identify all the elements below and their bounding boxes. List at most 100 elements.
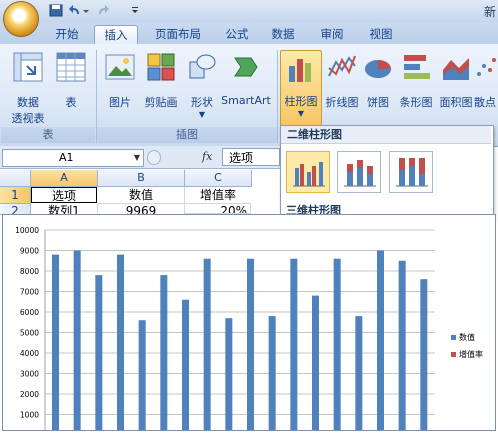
column-chart-icon [281,54,321,87]
row-header-1[interactable]: 1 [0,187,31,204]
tab-formulas[interactable]: 公式 [218,25,256,44]
pie-chart-button[interactable]: 饼图 [362,52,394,110]
bar [333,258,341,430]
legend-swatch [451,335,456,340]
smartart-label: SmartArt [221,94,271,107]
bar-chart-button[interactable]: 条形图 [397,52,435,110]
y-tick-label: 8000 [20,267,39,276]
shapes-icon [184,52,220,85]
y-tick-label: 7000 [20,288,39,297]
cell-c2[interactable]: 20% [185,204,251,214]
pivot-table-button[interactable]: 数据 透视表 [6,52,50,126]
formula-scroll-icon[interactable] [147,150,161,165]
picture-button[interactable]: 图片 [102,52,138,110]
undo-dropdown-icon[interactable] [82,4,90,17]
tab-home[interactable]: 开始 [47,25,87,44]
area-chart-button[interactable]: 面积图 [437,52,475,110]
scatter-chart-icon [474,52,498,85]
customize-toolbar-icon[interactable] [130,4,140,17]
save-icon[interactable] [49,4,63,17]
clipart-label: 剪贴画 [144,96,178,109]
percent-stacked-column-option[interactable] [389,151,433,193]
tab-page-layout[interactable]: 页面布局 [145,25,211,44]
clipart-button[interactable]: 剪贴画 [139,52,183,110]
y-tick-label: 4000 [20,349,39,358]
shapes-label: 形状 [191,96,213,109]
picture-icon [102,52,138,85]
bar [377,250,384,430]
stacked-column-option[interactable] [337,151,381,193]
tab-review[interactable]: 审阅 [313,25,351,44]
group-label-illustrations: 插图 [97,127,277,143]
bar [420,279,428,430]
chart-area[interactable]: 10000 9000 8000 7000 6000 5000 4000 3000 2000 100… [2,214,496,431]
bar-chart-icon [397,52,435,85]
line-chart-label: 折线图 [325,96,359,109]
clustered-column-icon [293,162,325,187]
clustered-column-option[interactable] [286,151,330,193]
insert-function-icon[interactable]: fx [202,150,212,163]
shapes-dropdown-icon: ▼ [198,110,206,119]
y-tick-label: 5000 [20,329,39,338]
shapes-button[interactable]: 形状 ▼ [184,52,220,119]
table-label: 表 [65,96,77,109]
y-tick-label: 1000 [20,411,39,420]
bar [312,295,319,430]
column-header-b[interactable]: B [98,170,185,187]
pivot-table-icon [6,52,50,85]
bar [182,299,189,430]
bar [117,254,124,430]
picture-label: 图片 [109,96,131,109]
cell-b1[interactable]: 数值 [98,187,185,204]
clipart-icon [139,52,183,85]
column-header-a[interactable]: A [31,170,98,187]
y-tick-label: 3000 [20,370,39,379]
bar [225,318,233,430]
bar [160,275,168,430]
bar [268,316,276,430]
column-dropdown-icon: ▼ [297,109,305,118]
bar-chart-label: 条形图 [399,96,433,109]
bar [247,258,254,430]
sheet-area[interactable] [251,187,280,214]
office-button[interactable] [3,1,39,37]
scatter-chart-button[interactable]: 散点 [474,52,498,110]
tab-view[interactable]: 视图 [362,25,400,44]
y-tick-label: 9000 [20,247,39,256]
gallery-title-2d: 二维柱形图 [281,126,491,144]
column-chart: 10000 9000 8000 7000 6000 5000 4000 3000 2000 100… [15,226,483,430]
legend-label: 数值 [459,332,475,342]
formula-input[interactable]: 选项 [222,148,280,166]
smartart-button[interactable]: SmartArt [220,52,272,107]
undo-icon[interactable] [68,4,82,17]
select-all-corner[interactable] [0,170,31,187]
smartart-icon [220,52,272,85]
bar [355,316,363,430]
bar [73,250,81,430]
table-button[interactable]: 表 [55,52,87,110]
bar [203,258,211,430]
pivot-label-2: 透视表 [11,112,45,125]
legend-swatch [451,352,456,357]
name-box-dropdown-icon[interactable]: ▼ [134,150,140,166]
window-title: 新 [483,5,496,19]
line-chart-icon [322,52,362,85]
column-chart-button[interactable]: 柱形图 ▼ [280,50,322,126]
pivot-label-1: 数据 [17,96,39,109]
legend-label: 增值率 [459,349,483,359]
y-tick-label: 6000 [20,308,39,317]
stacked-column-icon [344,160,376,187]
column-header-c[interactable]: C [185,170,252,187]
tab-insert[interactable]: 插入 [94,25,138,45]
tab-data[interactable]: 数据 [264,25,302,44]
area-chart-icon [437,52,475,85]
line-chart-button[interactable]: 折线图 [322,52,362,110]
name-box[interactable]: A1 ▼ [2,149,144,167]
cell-a1[interactable]: 选项 [31,187,97,203]
scatter-chart-label: 散点 [474,96,496,109]
cell-c1[interactable]: 增值率 [185,187,252,204]
redo-icon[interactable] [96,4,110,17]
group-separator [277,50,278,143]
pie-chart-icon [362,52,394,85]
y-tick-label: 10000 [15,226,39,235]
